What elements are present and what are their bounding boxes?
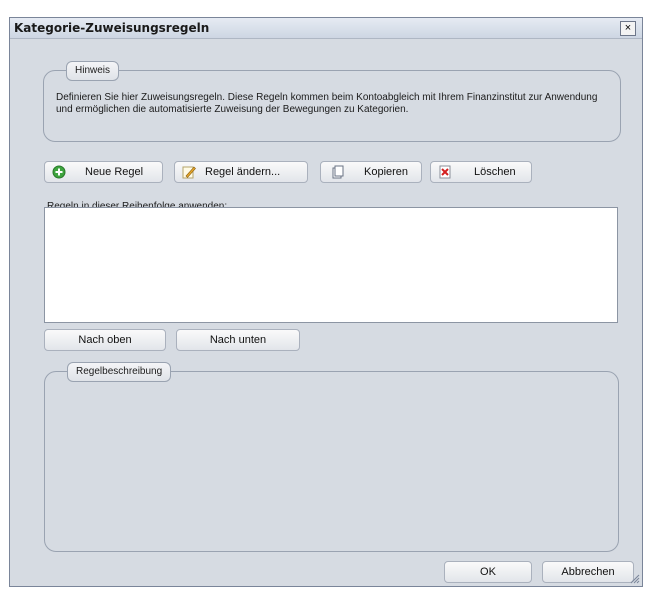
edit-rule-label: Regel ändern... (205, 166, 281, 178)
resize-grip-icon[interactable] (630, 574, 640, 584)
hint-legend: Hinweis (66, 61, 120, 81)
delete-icon (439, 165, 451, 179)
close-button[interactable]: × (620, 21, 636, 36)
title-bar: Kategorie-Zuweisungsregeln × (10, 18, 642, 39)
copy-icon (332, 165, 344, 179)
hint-group: Hinweis Definieren Sie hier Zuweisungsre… (43, 61, 621, 142)
ok-label: OK (480, 566, 496, 578)
hint-text: Definieren Sie hier Zuweisungsregeln. Di… (56, 92, 598, 115)
description-group: Regelbeschreibung (44, 362, 619, 552)
move-down-label: Nach unten (209, 334, 267, 346)
delete-button[interactable]: Löschen (430, 161, 532, 183)
new-rule-label: Neue Regel (85, 166, 144, 178)
cancel-button[interactable]: Abbrechen (542, 561, 634, 583)
copy-label: Kopieren (364, 166, 409, 178)
ok-button[interactable]: OK (444, 561, 532, 583)
rules-list[interactable] (44, 207, 618, 323)
move-up-button[interactable]: Nach oben (44, 329, 166, 351)
pencil-icon (182, 166, 196, 179)
plus-icon (52, 165, 66, 179)
window-title: Kategorie-Zuweisungsregeln (14, 21, 210, 35)
description-legend: Regelbeschreibung (67, 362, 172, 382)
move-down-button[interactable]: Nach unten (176, 329, 300, 351)
copy-button[interactable]: Kopieren (320, 161, 422, 183)
edit-rule-button[interactable]: Regel ändern... (174, 161, 308, 183)
new-rule-button[interactable]: Neue Regel (44, 161, 163, 183)
cancel-label: Abbrechen (561, 566, 615, 578)
rules-dialog: Kategorie-Zuweisungsregeln × Hinweis Def… (9, 17, 643, 587)
move-up-label: Nach oben (78, 334, 132, 346)
delete-label: Löschen (474, 166, 516, 178)
